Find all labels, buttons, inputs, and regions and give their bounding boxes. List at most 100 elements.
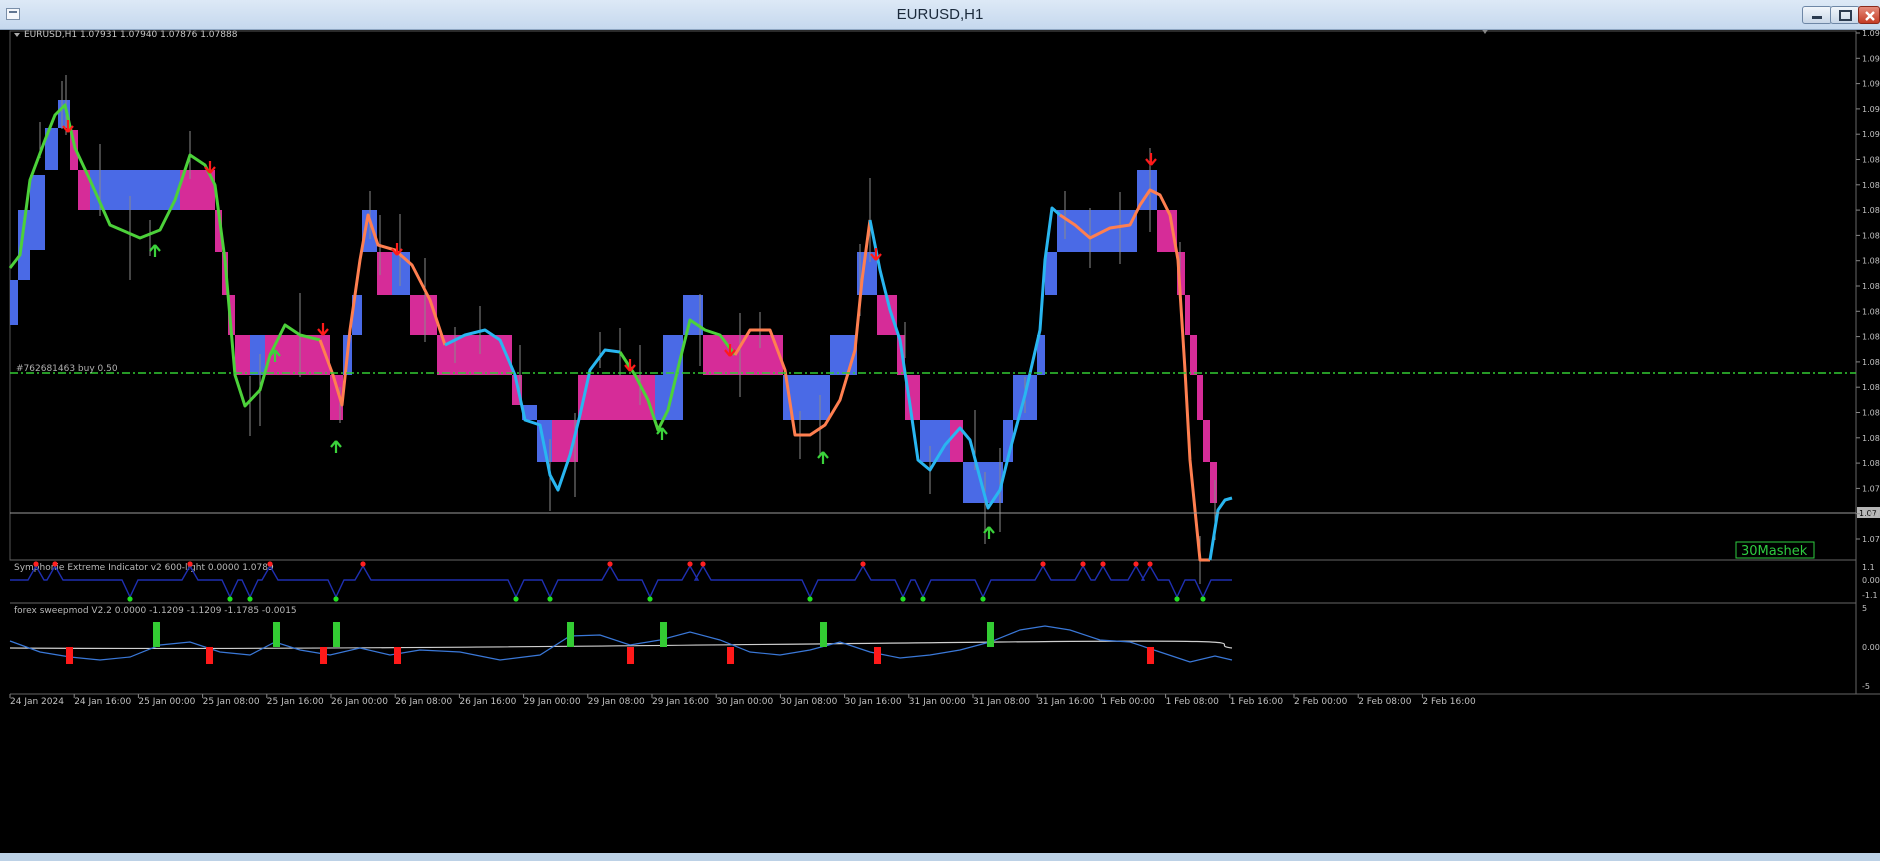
indicator2-up-bar bbox=[660, 622, 667, 647]
indicator1-dot bbox=[920, 596, 926, 602]
indicator1-dot bbox=[1200, 596, 1206, 602]
price-tick-label: 1.08 bbox=[1862, 358, 1880, 367]
down-signal-arrow bbox=[1145, 153, 1157, 166]
time-tick-label: 29 Jan 16:00 bbox=[652, 697, 709, 707]
indicator1-scale-mid: 0.00 bbox=[1862, 576, 1880, 585]
price-tick-label: 1.08 bbox=[1862, 307, 1880, 316]
indicator2-down-bar bbox=[1147, 647, 1154, 664]
minimize-button[interactable] bbox=[1802, 6, 1832, 24]
price-tick-label: 1.08 bbox=[1862, 206, 1880, 215]
price-tick-label: 1.08 bbox=[1862, 333, 1880, 342]
indicator1-dot bbox=[687, 561, 693, 567]
indicator1-dot bbox=[127, 596, 133, 602]
indicator1-dot bbox=[1147, 561, 1153, 567]
time-axis: 24 Jan 2024 24 Jan 16:00 25 Jan 00:00 25 Ja… bbox=[9, 694, 1476, 707]
trend-box bbox=[1185, 295, 1190, 335]
time-tick-label: 25 Jan 16:00 bbox=[267, 697, 324, 707]
trend-box bbox=[1190, 335, 1197, 375]
indicator1-dot bbox=[247, 596, 253, 602]
restore-button[interactable] bbox=[1830, 6, 1860, 24]
time-tick-label: 24 Jan 2024 bbox=[10, 697, 64, 707]
indicator2-down-bar bbox=[727, 647, 734, 664]
indicator2-oscillator bbox=[9, 625, 1233, 663]
close-button[interactable] bbox=[1858, 6, 1880, 24]
indicator1-dot bbox=[33, 561, 39, 567]
indicator2-down-bar bbox=[66, 647, 73, 664]
trend-box bbox=[920, 420, 950, 462]
time-tick-label: 30 Jan 16:00 bbox=[845, 697, 902, 707]
trend-box bbox=[10, 280, 18, 325]
indicator2-up-bar bbox=[567, 622, 574, 647]
price-tick-label: 1.09 bbox=[1862, 130, 1880, 139]
indicator2-up-bar bbox=[333, 622, 340, 647]
indicator1-dot bbox=[1040, 561, 1046, 567]
price-tick-label: 1.08 bbox=[1862, 156, 1880, 165]
indicator2-up-bar bbox=[820, 622, 827, 647]
indicator2-plot bbox=[9, 622, 1233, 664]
indicator1-dot bbox=[547, 596, 553, 602]
trend-box bbox=[578, 375, 655, 420]
time-tick-label: 2 Feb 08:00 bbox=[1358, 697, 1412, 707]
time-tick-label: 29 Jan 08:00 bbox=[588, 697, 645, 707]
chart-window[interactable]: #762681463 buy 0.50 1.07 EURUSD,H1 1.079… bbox=[0, 30, 1880, 861]
indicator2-down-bar bbox=[627, 647, 634, 664]
price-tick-label: 1.07 bbox=[1862, 484, 1880, 493]
indicator1-dot bbox=[900, 596, 906, 602]
trend-box bbox=[655, 375, 683, 420]
price-tick-label: 1.08 bbox=[1862, 181, 1880, 190]
price-tick-label: 1.08 bbox=[1862, 434, 1880, 443]
price-tick-label: 1.09 bbox=[1862, 30, 1880, 38]
trend-box bbox=[1057, 210, 1137, 252]
indicator1-dot bbox=[1100, 561, 1106, 567]
time-tick-label: 1 Feb 16:00 bbox=[1230, 697, 1284, 707]
trend-box bbox=[392, 252, 410, 295]
price-tick-label: 1.09 bbox=[1862, 105, 1880, 114]
indicator2-down-bar bbox=[394, 647, 401, 664]
indicator1-dot bbox=[1133, 561, 1139, 567]
trend-box bbox=[410, 295, 437, 335]
indicator1-dot bbox=[333, 596, 339, 602]
time-tick-label: 31 Jan 00:00 bbox=[909, 697, 966, 707]
time-tick-label: 1 Feb 00:00 bbox=[1101, 697, 1155, 707]
indicator1-dot bbox=[1174, 596, 1180, 602]
price-tick-label: 1.08 bbox=[1862, 231, 1880, 240]
time-tick-label: 26 Jan 16:00 bbox=[459, 697, 516, 707]
indicator2-down-bar bbox=[320, 647, 327, 664]
indicator1-dot bbox=[52, 561, 58, 567]
time-tick-label: 26 Jan 00:00 bbox=[331, 697, 388, 707]
indicator1-dot bbox=[187, 561, 193, 567]
indicator1-line bbox=[10, 564, 1232, 599]
trend-box bbox=[1045, 252, 1057, 295]
indicator1-dot bbox=[700, 561, 706, 567]
indicator1-dot bbox=[860, 561, 866, 567]
time-tick-label: 25 Jan 00:00 bbox=[138, 697, 195, 707]
up-signal-arrow bbox=[330, 440, 342, 453]
indicator2-label: forex sweepmod V2.2 0.0000 -1.1209 -1.12… bbox=[14, 606, 297, 616]
indicator1-dot bbox=[267, 561, 273, 567]
trend-box bbox=[1197, 375, 1203, 420]
indicator1-dot bbox=[807, 596, 813, 602]
window-titlebar: EURUSD,H1 bbox=[0, 0, 1880, 30]
indicator1-scale-bottom: -1.1 bbox=[1862, 591, 1878, 600]
collapse-icon[interactable] bbox=[14, 33, 20, 37]
trend-boxes-layer bbox=[10, 100, 1217, 503]
trend-box bbox=[1210, 462, 1217, 503]
indicator2-scale-bottom: -5 bbox=[1862, 682, 1870, 691]
price-tick-label: 1.08 bbox=[1862, 459, 1880, 468]
price-tick-label: 1.09 bbox=[1862, 80, 1880, 89]
main-chart-frame bbox=[9, 30, 1857, 561]
price-tick-label: 1.07 bbox=[1862, 510, 1880, 519]
time-tick-label: 1 Feb 08:00 bbox=[1166, 697, 1220, 707]
trend-box bbox=[377, 252, 392, 295]
indicator1-dot bbox=[360, 561, 366, 567]
price-tick-label: 1.08 bbox=[1862, 282, 1880, 291]
time-tick-label: 31 Jan 08:00 bbox=[973, 697, 1030, 707]
price-tick-label: 1.08 bbox=[1862, 257, 1880, 266]
indicator2-down-bar bbox=[206, 647, 213, 664]
brand-label: 30Mashek bbox=[1741, 544, 1808, 559]
window-title: EURUSD,H1 bbox=[896, 6, 984, 23]
time-tick-label: 30 Jan 00:00 bbox=[716, 697, 773, 707]
trend-box bbox=[950, 420, 963, 462]
trend-box bbox=[30, 175, 45, 250]
indicator2-up-bar bbox=[273, 622, 280, 647]
